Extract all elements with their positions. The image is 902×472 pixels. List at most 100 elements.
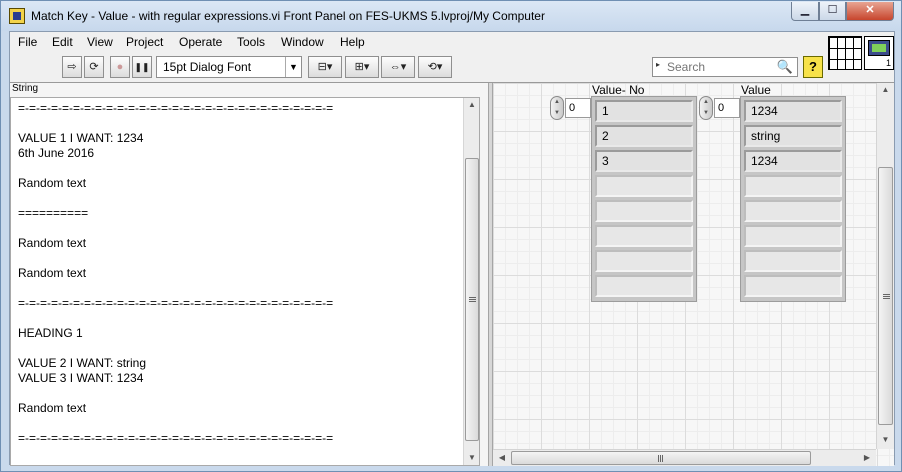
- abort-execution-icon[interactable]: ●: [110, 56, 130, 78]
- run-continuously-icon[interactable]: ⟳: [84, 56, 104, 78]
- maximize-button[interactable]: ☐: [819, 2, 846, 21]
- array-element-empty[interactable]: [744, 250, 842, 272]
- scroll-left-icon[interactable]: ◀: [494, 451, 510, 465]
- search-caret-icon: ▸: [656, 60, 661, 69]
- array-element-value: 2: [602, 129, 609, 143]
- connector-pane[interactable]: 1: [828, 36, 894, 70]
- panel-area: String =-=-=-=-=-=-=-=-=-=-=-=-=-=-=-=-=…: [10, 82, 894, 466]
- string-line: [18, 386, 458, 401]
- array-element-empty[interactable]: [595, 175, 693, 197]
- menu-edit[interactable]: Edit: [52, 35, 73, 49]
- array-element[interactable]: 2: [595, 125, 693, 147]
- panel-horizontal-scrollbar-thumb[interactable]: [511, 451, 811, 465]
- scroll-down-icon[interactable]: ▼: [464, 451, 479, 465]
- string-line: [18, 341, 458, 356]
- array-index-value[interactable]: ▲ ▼ 0: [699, 96, 743, 120]
- search-icon[interactable]: 🔍: [777, 59, 793, 75]
- run-arrow-icon[interactable]: ⇨: [62, 56, 82, 78]
- index-spinner-icon[interactable]: ▲ ▼: [699, 96, 713, 120]
- string-line: HEADING 1: [18, 326, 83, 340]
- panel-horizontal-scrollbar[interactable]: ◀ ▶: [493, 449, 876, 466]
- grip-line: [883, 296, 890, 297]
- search-input[interactable]: [667, 59, 777, 75]
- array-element-empty[interactable]: [744, 225, 842, 247]
- menu-operate[interactable]: Operate: [179, 35, 222, 49]
- chevron-down-icon[interactable]: ▼: [285, 57, 301, 77]
- scroll-right-icon[interactable]: ▶: [859, 451, 875, 465]
- array-value-no[interactable]: 1 2 3: [591, 96, 697, 302]
- close-button[interactable]: ✕: [846, 2, 894, 21]
- array-element[interactable]: 1234: [744, 100, 842, 122]
- grip-line: [469, 299, 476, 300]
- grip-line: [883, 298, 890, 299]
- font-select-value: 15pt Dialog Font: [163, 60, 252, 74]
- string-line: VALUE 2 I WANT: string: [18, 356, 147, 370]
- vi-icon-number: 1: [885, 58, 891, 68]
- search-box[interactable]: ▸ 🔍: [652, 57, 798, 77]
- labview-app-icon[interactable]: [9, 8, 25, 24]
- string-line: [18, 311, 458, 326]
- scroll-down-icon[interactable]: ▼: [877, 433, 894, 447]
- string-line: [18, 221, 458, 236]
- string-line: [18, 116, 458, 131]
- array-element[interactable]: string: [744, 125, 842, 147]
- window-title: Match Key - Value - with regular express…: [31, 9, 545, 23]
- array-element[interactable]: 1: [595, 100, 693, 122]
- menu-view[interactable]: View: [87, 35, 113, 49]
- menu-project[interactable]: Project: [126, 35, 163, 49]
- string-line: ==========: [18, 206, 89, 220]
- array-element-value: string: [751, 129, 781, 143]
- resize-objects-icon[interactable]: ⇔▾: [381, 56, 415, 78]
- front-panel-client: File Edit View Project Operate Tools Win…: [9, 31, 895, 466]
- array-element[interactable]: 1234: [744, 150, 842, 172]
- string-line: =-=-=-=-=-=-=-=-=-=-=-=-=-=-=-=-=-=-=-=-…: [18, 296, 334, 310]
- string-scrollbar-thumb[interactable]: [465, 158, 479, 441]
- string-line: [18, 191, 458, 206]
- array-element-empty[interactable]: [744, 275, 842, 297]
- string-line: 6th June 2016: [18, 146, 95, 160]
- array-element-value: 3: [602, 154, 609, 168]
- string-line: Random text: [18, 401, 87, 415]
- array-element-empty[interactable]: [595, 250, 693, 272]
- string-line: [18, 251, 458, 266]
- array-element[interactable]: 3: [595, 150, 693, 172]
- array-label-value-no: Value- No: [592, 83, 645, 97]
- array-index-value[interactable]: 0: [565, 98, 591, 118]
- string-control-text[interactable]: =-=-=-=-=-=-=-=-=-=-=-=-=-=-=-=-=-=-=-=-…: [18, 101, 458, 446]
- distribute-objects-icon[interactable]: ⊞▾: [345, 56, 379, 78]
- panel-vertical-scrollbar-thumb[interactable]: [878, 167, 893, 425]
- reorder-icon[interactable]: ⟲▾: [418, 56, 452, 78]
- grip-line: [660, 455, 661, 462]
- toolbar: ⇨ ⟳ ● ❚❚ 15pt Dialog Font ▼ ⊟▾ ⊞▾ ⇔▾ ⟲▾ …: [10, 54, 828, 82]
- array-element-empty[interactable]: [595, 275, 693, 297]
- string-control[interactable]: =-=-=-=-=-=-=-=-=-=-=-=-=-=-=-=-=-=-=-=-…: [10, 97, 480, 466]
- menu-file[interactable]: File: [18, 35, 37, 49]
- index-spinner-icon[interactable]: ▲ ▼: [550, 96, 564, 120]
- array-element-empty[interactable]: [595, 200, 693, 222]
- scroll-up-icon[interactable]: ▲: [464, 98, 479, 112]
- panel-vertical-scrollbar[interactable]: ▲ ▼: [876, 83, 894, 449]
- align-objects-icon[interactable]: ⊟▾: [308, 56, 342, 78]
- font-select[interactable]: 15pt Dialog Font ▼: [156, 56, 302, 78]
- pause-icon[interactable]: ❚❚: [132, 56, 152, 78]
- string-line: Random text: [18, 236, 87, 250]
- array-label-value: Value: [741, 83, 771, 97]
- connector-pane-grid[interactable]: [828, 36, 862, 70]
- array-index-value[interactable]: 0: [714, 98, 740, 118]
- vi-icon[interactable]: 1: [864, 36, 894, 70]
- array-element-empty[interactable]: [744, 175, 842, 197]
- array-element-empty[interactable]: [595, 225, 693, 247]
- array-value[interactable]: 1234 string 1234: [740, 96, 846, 302]
- title-bar[interactable]: Match Key - Value - with regular express…: [1, 1, 901, 31]
- string-line: [18, 416, 458, 431]
- menu-tools[interactable]: Tools: [237, 35, 265, 49]
- array-element-empty[interactable]: [744, 200, 842, 222]
- array-index-value-no[interactable]: ▲ ▼ 0: [550, 96, 594, 120]
- context-help-button[interactable]: ?: [803, 56, 823, 78]
- array-element-value: 1234: [751, 154, 778, 168]
- scroll-up-icon[interactable]: ▲: [877, 83, 894, 97]
- menu-help[interactable]: Help: [340, 35, 365, 49]
- string-scrollbar[interactable]: ▲ ▼: [463, 98, 479, 465]
- menu-window[interactable]: Window: [281, 35, 324, 49]
- minimize-button[interactable]: ▁: [791, 2, 819, 21]
